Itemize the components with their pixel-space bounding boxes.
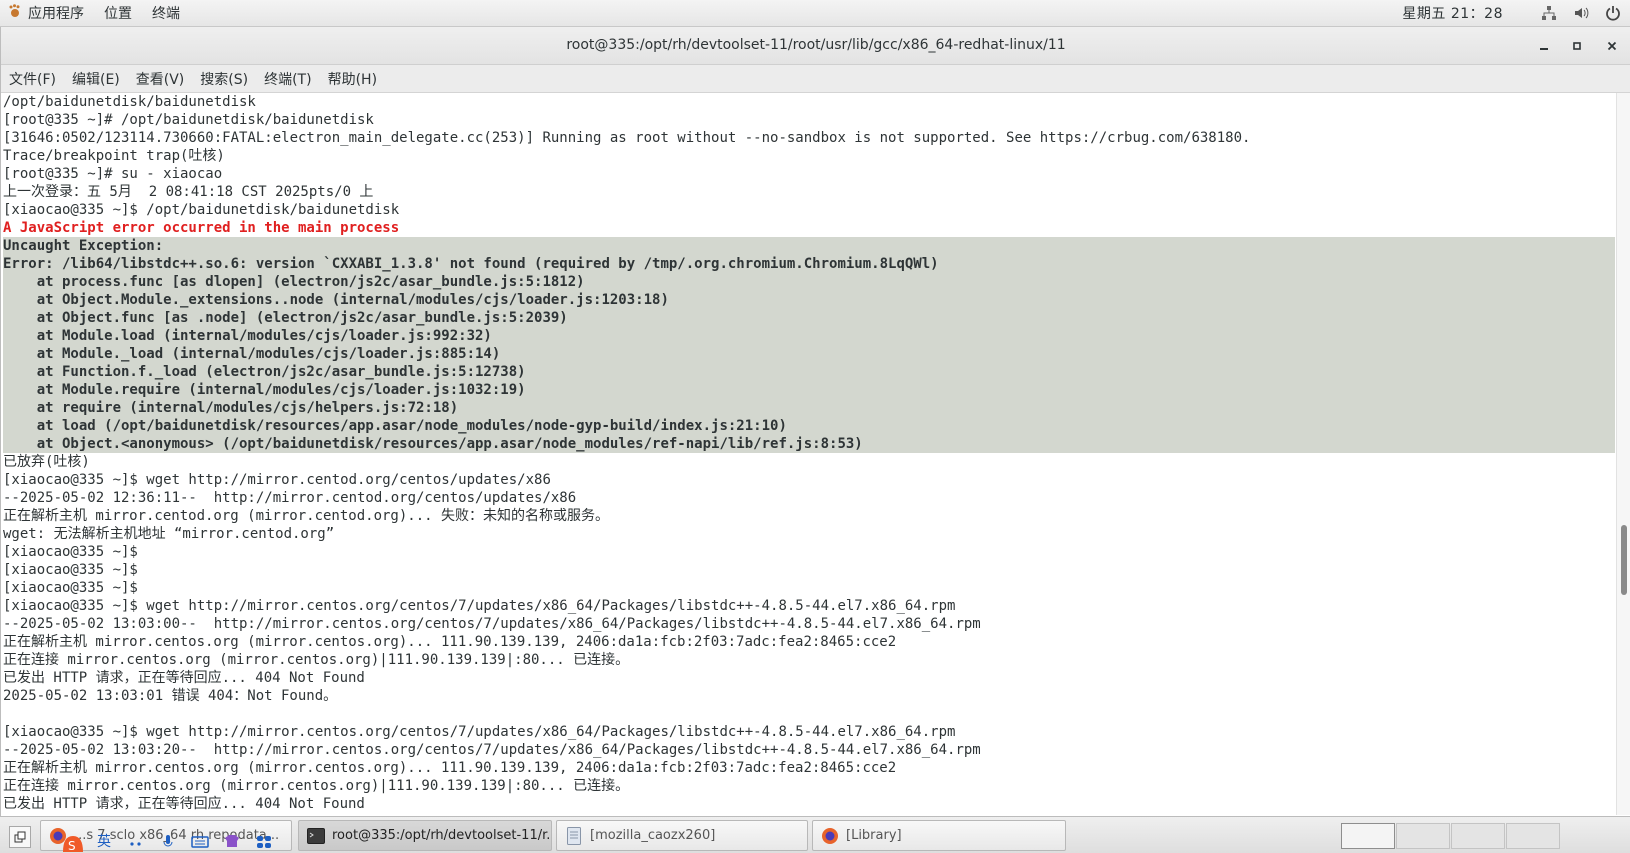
- terminal-line: at load (/opt/baidunetdisk/resources/app…: [3, 417, 1615, 435]
- clock[interactable]: 星期五 21：28: [1402, 3, 1503, 23]
- task-firefox-library[interactable]: [Library]: [812, 820, 1066, 851]
- firefox-icon: [821, 827, 839, 845]
- terminal-line: [xiaocao@335 ~]$ wget http://mirror.cent…: [3, 598, 956, 614]
- menu-help[interactable]: 帮助(H): [320, 65, 385, 92]
- workspace-4[interactable]: [1506, 823, 1560, 849]
- svg-text:S: S: [68, 839, 76, 852]
- terminal-line: --2025-05-02 13:03:20-- http://mirror.ce…: [3, 742, 981, 758]
- terminal-line: 已发出 HTTP 请求，正在等待回应... 404 Not Found: [3, 670, 365, 686]
- terminal-line: at Object.<anonymous> (/opt/baidunetdisk…: [3, 435, 1615, 453]
- menu-edit[interactable]: 编辑(E): [64, 65, 128, 92]
- gnome-foot-icon: [8, 4, 22, 22]
- volume-icon[interactable]: [1570, 2, 1592, 24]
- terminal-line: 正在连接 mirror.centos.org (mirror.centos.or…: [3, 652, 630, 668]
- window-title: root@335:/opt/rh/devtoolset-11/root/usr/…: [566, 37, 1066, 53]
- terminal-line: 正在解析主机 mirror.centos.org (mirror.centos.…: [3, 760, 897, 776]
- terminal-line: 正在连接 mirror.centos.org (mirror.centos.or…: [3, 778, 630, 794]
- sogou-logo-icon[interactable]: S: [58, 830, 86, 852]
- terminal-app-menu[interactable]: 终端: [142, 0, 190, 26]
- scrollbar-thumb[interactable]: [1621, 525, 1627, 595]
- terminal-line: 2025-05-02 13:03:01 错误 404：Not Found。: [3, 688, 338, 704]
- terminal-line: at process.func [as dlopen] (electron/js…: [3, 273, 1615, 291]
- terminal-line: [31646:0502/123114.730660:FATAL:electron…: [3, 130, 1251, 146]
- top-panel: 应用程序 位置 终端 星期五 21：28: [0, 0, 1630, 27]
- terminal-line: /opt/baidunetdisk/baidunetdisk: [3, 94, 256, 110]
- menu-view[interactable]: 查看(V): [128, 65, 193, 92]
- terminal-line: [xiaocao@335 ~]$: [3, 580, 138, 596]
- ime-toolbox-icon[interactable]: [250, 830, 278, 852]
- ime-keyboard-icon[interactable]: [186, 830, 214, 852]
- terminal-line: --2025-05-02 13:03:00-- http://mirror.ce…: [3, 616, 981, 632]
- terminal-line: [xiaocao@335 ~]$ wget http://mirror.cent…: [3, 724, 956, 740]
- ime-punct-icon[interactable]: [122, 830, 150, 852]
- applications-menu[interactable]: 应用程序: [0, 0, 94, 26]
- menu-file[interactable]: 文件(F): [1, 65, 64, 92]
- task-label: [mozilla_caozx260]: [590, 828, 716, 843]
- terminal-line: wget: 无法解析主机地址 “mirror.centod.org”: [3, 526, 335, 542]
- task-label: [Library]: [846, 828, 902, 843]
- ime-voice-icon[interactable]: [154, 830, 182, 852]
- menu-bar: 文件(F) 编辑(E) 查看(V) 搜索(S) 终端(T) 帮助(H): [1, 65, 1630, 93]
- task-file-manager[interactable]: [mozilla_caozx260]: [556, 820, 808, 851]
- terminal-line: A JavaScript error occurred in the main …: [3, 220, 400, 236]
- terminal-line: 正在解析主机 mirror.centos.org (mirror.centos.…: [3, 634, 897, 650]
- file-manager-icon: [565, 826, 583, 845]
- scrollbar[interactable]: [1616, 93, 1630, 815]
- terminal-line: [xiaocao@335 ~]$: [3, 544, 138, 560]
- terminal-line: [xiaocao@335 ~]$: [3, 562, 138, 578]
- power-icon[interactable]: [1602, 2, 1624, 24]
- show-desktop-icon[interactable]: [9, 826, 31, 848]
- task-terminal[interactable]: root@335:/opt/rh/devtoolset-11/r...: [298, 820, 552, 851]
- ime-skin-icon[interactable]: [218, 830, 246, 852]
- terminal-line: Error: /lib64/libstdc++.so.6: version `C…: [3, 255, 1615, 273]
- applications-label: 应用程序: [28, 6, 84, 22]
- title-bar[interactable]: root@335:/opt/rh/devtoolset-11/root/usr/…: [1, 27, 1630, 65]
- places-menu[interactable]: 位置: [94, 0, 142, 26]
- terminal-line: at require (internal/modules/cjs/helpers…: [3, 399, 1615, 417]
- network-icon[interactable]: [1538, 2, 1560, 24]
- terminal-line: 正在解析主机 mirror.centod.org (mirror.centod.…: [3, 508, 610, 524]
- terminal-line: 上一次登录：五 5月 2 08:41:18 CST 2025pts/0 上: [3, 184, 374, 200]
- places-label: 位置: [104, 6, 132, 22]
- minimize-icon[interactable]: [1533, 35, 1555, 57]
- terminal-line: [xiaocao@335 ~]$ /opt/baidunetdisk/baidu…: [3, 202, 400, 218]
- menu-terminal[interactable]: 终端(T): [256, 65, 319, 92]
- terminal-line: at Function.f._load (electron/js2c/asar_…: [3, 363, 1615, 381]
- maximize-icon[interactable]: [1566, 35, 1588, 57]
- task-label: root@335:/opt/rh/devtoolset-11/r...: [332, 828, 552, 843]
- terminal-output[interactable]: /opt/baidunetdisk/baidunetdisk [root@335 …: [1, 93, 1615, 815]
- terminal-app-label: 终端: [152, 6, 180, 22]
- terminal-lines: /opt/baidunetdisk/baidunetdisk [root@335 …: [1, 93, 1615, 813]
- terminal-line: [root@335 ~]# /opt/baidunetdisk/baidunet…: [3, 112, 374, 128]
- workspace-2[interactable]: [1396, 823, 1450, 849]
- workspace-3[interactable]: [1451, 823, 1505, 849]
- terminal-line: at Object.func [as .node] (electron/js2c…: [3, 309, 1615, 327]
- ime-mode[interactable]: 英: [90, 830, 118, 852]
- terminal-window: root@335:/opt/rh/devtoolset-11/root/usr/…: [0, 27, 1630, 816]
- terminal-line: at Object.Module._extensions..node (inte…: [3, 291, 1615, 309]
- close-icon[interactable]: [1601, 35, 1623, 57]
- terminal-line: [xiaocao@335 ~]$ wget http://mirror.cent…: [3, 472, 551, 488]
- ime-toolbar: S 英: [58, 828, 328, 852]
- terminal-line: 已放弃(吐核): [3, 454, 90, 470]
- terminal-line: Uncaught Exception:: [3, 237, 1615, 255]
- terminal-line: at Module.load (internal/modules/cjs/loa…: [3, 327, 1615, 345]
- terminal-line: Trace/breakpoint trap(吐核): [3, 148, 225, 164]
- terminal-line: at Module.require (internal/modules/cjs/…: [3, 381, 1615, 399]
- terminal-line: [root@335 ~]# su - xiaocao: [3, 166, 223, 182]
- terminal-line: at Module._load (internal/modules/cjs/lo…: [3, 345, 1615, 363]
- terminal-line: 已发出 HTTP 请求，正在等待回应... 404 Not Found: [3, 796, 365, 812]
- menu-search[interactable]: 搜索(S): [192, 65, 256, 92]
- terminal-line: --2025-05-02 12:36:11-- http://mirror.ce…: [3, 490, 577, 506]
- workspace-1[interactable]: [1341, 823, 1395, 849]
